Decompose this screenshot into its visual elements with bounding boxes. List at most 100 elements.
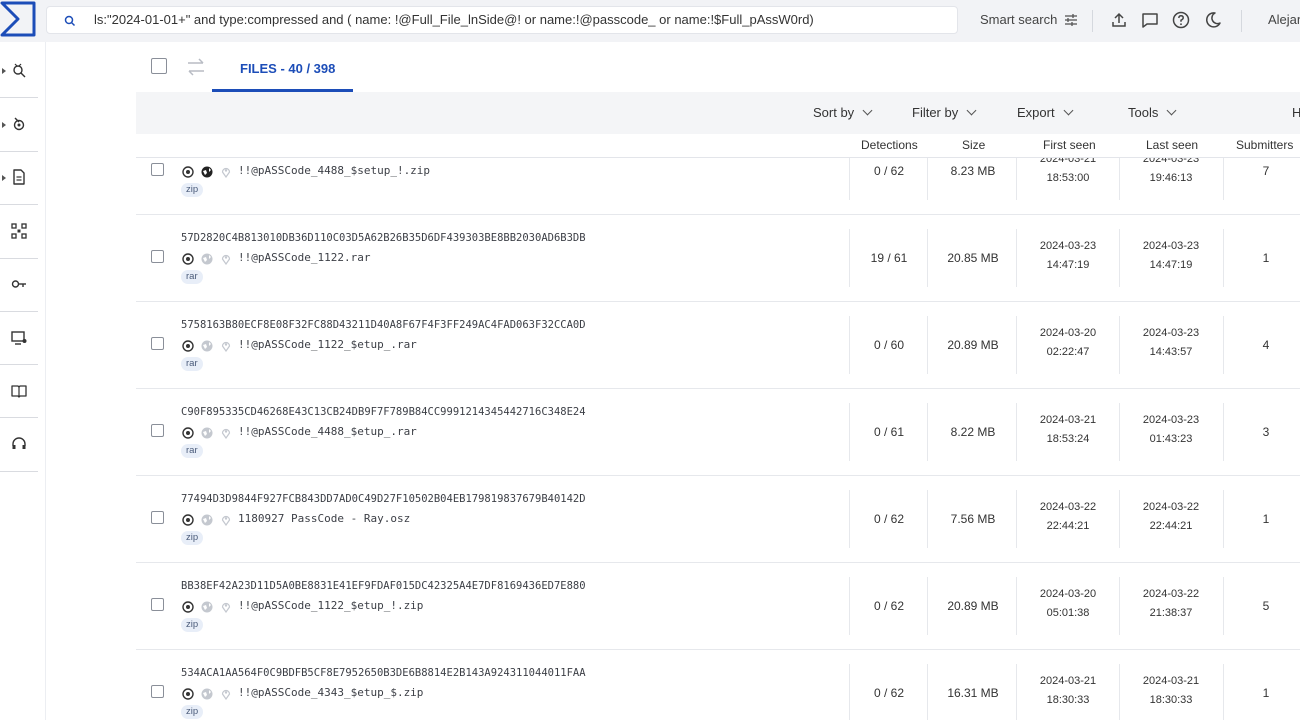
- scan-icon: [182, 514, 194, 526]
- location-pin-icon: [221, 602, 231, 613]
- last-seen-time: 18:30:33: [1149, 694, 1193, 706]
- sidebar-item-graph[interactable]: [0, 219, 40, 245]
- globe-icon: [201, 514, 213, 526]
- row-checkbox[interactable]: [151, 424, 164, 437]
- help-icon[interactable]: [1172, 11, 1190, 29]
- results-tabs: FILES - 40 / 398: [136, 42, 1300, 92]
- sidebar-item-support[interactable]: [0, 432, 40, 458]
- user-menu[interactable]: Alejan: [1268, 12, 1300, 27]
- globe-icon: [201, 427, 213, 439]
- column-header-submitters[interactable]: Submitters: [1236, 138, 1293, 152]
- column-divider: [927, 158, 928, 200]
- sidebar-item-docs[interactable]: [0, 379, 40, 405]
- size-value: 20.85 MB: [947, 251, 999, 265]
- virustotal-logo-icon[interactable]: [0, 0, 38, 38]
- file-name[interactable]: !!@pASSCode_4488_$setup_!.zip: [238, 164, 430, 177]
- results-list: !!@pASSCode_4488_$setup_!.zip zip 0 / 62…: [46, 158, 1300, 720]
- filter-by-dropdown[interactable]: Filter by: [912, 105, 977, 120]
- column-divider: [1223, 577, 1224, 635]
- file-name[interactable]: !!@pASSCode_4343_$etup_$.zip: [238, 686, 423, 699]
- file-hash[interactable]: 534ACA1AA564F0C9BDFB5CF8E7952650B3DE6B88…: [181, 667, 586, 679]
- file-name[interactable]: !!@pASSCode_1122_$etup_!.zip: [238, 599, 423, 612]
- column-header-detections[interactable]: Detections: [861, 138, 918, 152]
- file-type-tag[interactable]: zip: [181, 183, 204, 197]
- chat-icon[interactable]: [1141, 11, 1159, 29]
- sort-by-dropdown[interactable]: Sort by: [813, 105, 873, 120]
- table-row[interactable]: 77494D3D9844F927FCB843DD7AD0C49D27F10502…: [136, 476, 1300, 563]
- detections-value: 0 / 62: [873, 164, 905, 178]
- column-divider: [1016, 316, 1017, 374]
- first-seen-time: 05:01:38: [1046, 607, 1090, 619]
- row-checkbox[interactable]: [151, 337, 164, 350]
- tools-dropdown[interactable]: Tools: [1128, 105, 1177, 120]
- scan-icon: [182, 688, 194, 700]
- smart-search-button[interactable]: Smart search: [980, 12, 1057, 27]
- file-type-tag[interactable]: rar: [181, 444, 203, 458]
- column-header-first-seen[interactable]: First seen: [1043, 138, 1096, 152]
- file-hash[interactable]: 77494D3D9844F927FCB843DD7AD0C49D27F10502…: [181, 493, 586, 505]
- export-label: Export: [1017, 105, 1055, 120]
- row-checkbox[interactable]: [151, 250, 164, 263]
- divider: [1092, 10, 1093, 32]
- column-divider: [849, 158, 850, 200]
- table-row[interactable]: 534ACA1AA564F0C9BDFB5CF8E7952650B3DE6B88…: [136, 650, 1300, 720]
- first-seen-date: 2024-03-21: [1039, 675, 1097, 687]
- column-divider: [1223, 229, 1224, 287]
- sidebar-item-monitor[interactable]: [0, 326, 40, 352]
- first-seen-date: 2024-03-23: [1039, 240, 1097, 252]
- table-row[interactable]: 5758163B80ECF8E08F32FC88D43211D40A8F67F4…: [136, 302, 1300, 389]
- column-header-last-seen[interactable]: Last seen: [1146, 138, 1198, 152]
- row-checkbox[interactable]: [151, 685, 164, 698]
- tab-files[interactable]: FILES - 40 / 398: [240, 61, 335, 76]
- file-type-tag[interactable]: rar: [181, 357, 203, 371]
- file-hash[interactable]: 5758163B80ECF8E08F32FC88D43211D40A8F67F4…: [181, 319, 586, 331]
- column-header-size[interactable]: Size: [962, 138, 985, 152]
- location-pin-icon: [221, 515, 231, 526]
- upload-icon[interactable]: [1110, 11, 1128, 29]
- first-seen-value: 2024-03-23 14:47:19: [1024, 237, 1112, 275]
- row-checkbox[interactable]: [151, 598, 164, 611]
- file-type-tag[interactable]: rar: [181, 270, 203, 284]
- file-hash[interactable]: BB38EF42A23D11D5A0BE8831E41EF9FDAF015DC4…: [181, 580, 586, 592]
- scan-icon: [182, 340, 194, 352]
- table-row[interactable]: BB38EF42A23D11D5A0BE8831E41EF9FDAF015DC4…: [136, 563, 1300, 650]
- file-hash[interactable]: 57D2820C4B813010DB36D110C03D5A62B26B35D6…: [181, 232, 586, 244]
- column-divider: [1119, 229, 1120, 287]
- row-checkbox[interactable]: [151, 511, 164, 524]
- file-name[interactable]: !!@pASSCode_4488_$etup_.rar: [238, 425, 417, 438]
- file-name[interactable]: 1180927 PassCode - Ray.osz: [238, 512, 410, 525]
- first-seen-date: 2024-03-20: [1039, 327, 1097, 339]
- search-query-text[interactable]: ls:"2024-01-01+" and type:compressed and…: [94, 12, 814, 27]
- scan-icon: [182, 601, 194, 613]
- headset-icon: [12, 437, 26, 449]
- table-row[interactable]: !!@pASSCode_4488_$setup_!.zip zip 0 / 62…: [136, 158, 1300, 215]
- location-pin-icon: [221, 254, 231, 265]
- detections-value: 0 / 62: [873, 512, 905, 526]
- dark-mode-icon[interactable]: [1204, 11, 1222, 29]
- more-menu[interactable]: H: [1292, 105, 1300, 120]
- globe-icon: [201, 166, 213, 178]
- sidebar-item-reports[interactable]: [0, 165, 40, 191]
- export-dropdown[interactable]: Export: [1017, 105, 1074, 120]
- last-seen-date: 2024-03-22: [1142, 501, 1200, 513]
- file-type-tag[interactable]: zip: [181, 531, 204, 545]
- select-all-checkbox[interactable]: [151, 58, 167, 74]
- file-hash[interactable]: C90F895335CD46268E43C13CB24DB9F7F789B84C…: [181, 406, 586, 418]
- file-name[interactable]: !!@pASSCode_1122_$etup_.rar: [238, 338, 417, 351]
- sidebar-item-search[interactable]: [0, 58, 40, 84]
- table-row[interactable]: C90F895335CD46268E43C13CB24DB9F7F789B84C…: [136, 389, 1300, 476]
- row-checkbox[interactable]: [151, 163, 164, 176]
- swap-icon[interactable]: [186, 58, 206, 76]
- last-seen-value: 2024-03-23 01:43:23: [1127, 411, 1215, 449]
- sliders-icon[interactable]: [1063, 12, 1079, 28]
- column-divider: [927, 316, 928, 374]
- last-seen-date: 2024-03-21: [1142, 675, 1200, 687]
- search-input[interactable]: ls:"2024-01-01+" and type:compressed and…: [46, 6, 958, 34]
- file-name[interactable]: !!@pASSCode_1122.rar: [238, 251, 370, 264]
- column-divider: [927, 664, 928, 720]
- file-type-tag[interactable]: zip: [181, 705, 204, 719]
- sidebar-item-api[interactable]: [0, 272, 40, 298]
- table-row[interactable]: 57D2820C4B813010DB36D110C03D5A62B26B35D6…: [136, 215, 1300, 302]
- sidebar-item-hunting[interactable]: [0, 112, 40, 138]
- file-type-tag[interactable]: zip: [181, 618, 204, 632]
